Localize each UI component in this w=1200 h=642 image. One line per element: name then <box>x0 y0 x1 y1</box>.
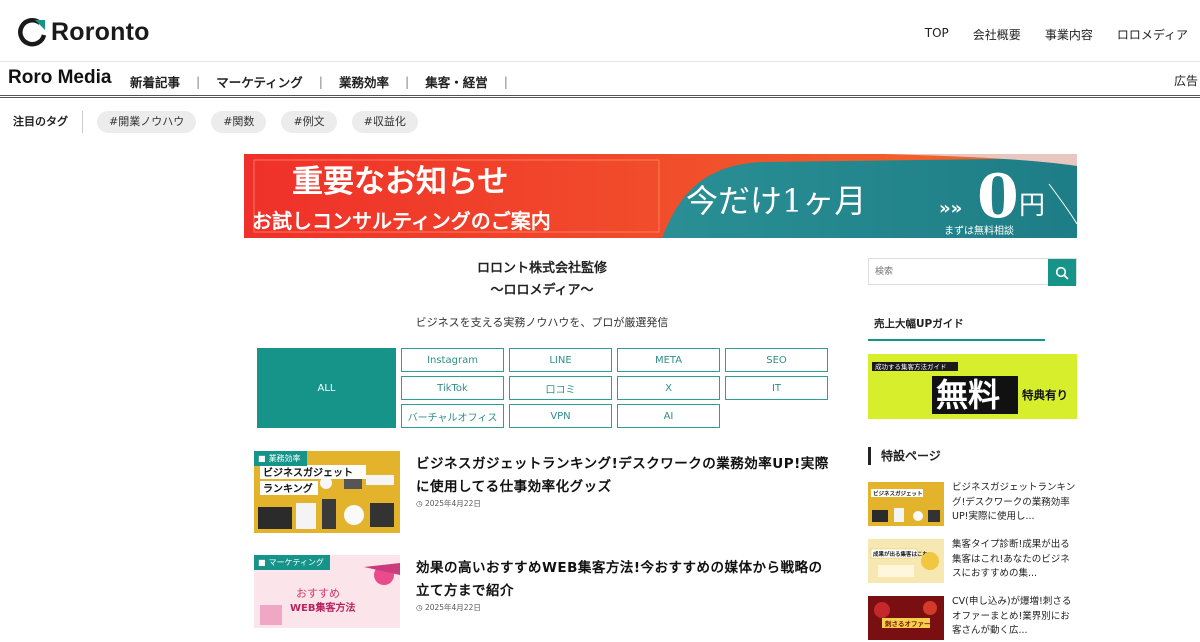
nav-roro-media[interactable]: ロロメディア <box>1117 26 1188 43</box>
site-header: Roronto TOP 会社概要 事業内容 ロロメディア <box>0 0 1200 62</box>
site-description: ビジネスを支える実務ノウハウを、プロが厳選発信 <box>415 316 669 329</box>
article-title[interactable]: ビジネスガジェットランキング!デスクワークの業務効率UP!実際に使用してる仕事効… <box>416 453 831 499</box>
filter-ai[interactable]: AI <box>617 404 720 428</box>
logo-mark-icon <box>18 17 48 47</box>
search-button[interactable] <box>1048 259 1076 286</box>
filter-all-button[interactable]: ALL <box>257 348 396 428</box>
banner-offer-prefix: 今だけ1ヶ月 <box>686 182 866 220</box>
category-separator: | <box>404 74 410 89</box>
category-separator: | <box>503 74 508 89</box>
category-efficiency[interactable]: 業務効率 <box>339 72 389 91</box>
feature-item[interactable]: ビジネスガジェット ビジネスガジェットランキング!デスクワークの業務効率UP!実… <box>868 482 1077 528</box>
article-thumbnail[interactable]: おすすめ WEB集客方法 ■ マーケティング <box>254 555 400 628</box>
thumbnail-caption: おすすめ <box>296 587 340 600</box>
filter-vpn[interactable]: VPN <box>509 404 612 428</box>
featured-tags: 注目のタグ #開業ノウハウ #関数 #例文 #収益化 <box>0 108 1200 136</box>
tag-item[interactable]: #例文 <box>281 111 337 133</box>
thumbnail-caption: ビジネスガジェット <box>263 466 353 479</box>
feature-thumbnail[interactable]: 刺さるオファー <box>868 596 944 640</box>
article-thumbnail[interactable]: ビジネスガジェット ランキング ■ 業務効率 <box>254 451 400 533</box>
article-date: ◷ 2025年4月22日 <box>416 498 481 509</box>
filter-reviews[interactable]: 口コミ <box>509 376 612 400</box>
filter-x[interactable]: X <box>617 376 720 400</box>
article-title[interactable]: 効果の高いおすすめWEB集客方法!今おすすめの媒体から戦略の立て方まで紹介 <box>416 557 831 603</box>
top-nav: TOP 会社概要 事業内容 ロロメディア <box>925 26 1188 43</box>
feature-thumb-caption: ビジネスガジェット <box>873 490 923 498</box>
tag-list: #開業ノウハウ #関数 #例文 #収益化 <box>97 111 418 133</box>
feature-title[interactable]: CV(申し込み)が爆増!刺さるオファーまとめ!業界別にお客さんが動く広... <box>952 595 1077 639</box>
article-category-badge[interactable]: ■ マーケティング <box>254 555 330 570</box>
banner-headline: 重要なお知らせ <box>292 164 508 200</box>
feature-thumb-caption: 刺さるオファー <box>884 619 931 628</box>
banner-offer-unit: 円 <box>1019 191 1045 221</box>
feature-item[interactable]: 刺さるオファー CV(申し込み)が爆増!刺さるオファーまとめ!業界別にお客さんが… <box>868 596 1077 642</box>
banner-offer-value: 0 <box>977 162 1019 232</box>
nav-company[interactable]: 会社概要 <box>973 26 1021 43</box>
category-separator: | <box>196 74 201 89</box>
category-separator: | <box>318 74 323 89</box>
category-marketing[interactable]: マーケティング <box>216 72 303 91</box>
search-input[interactable] <box>869 259 1049 285</box>
guide-banner-main: 無料 <box>936 376 1000 414</box>
tag-item[interactable]: #開業ノウハウ <box>97 111 197 133</box>
feature-thumbnail[interactable]: 成果が出る集客はこれ! <box>868 539 944 583</box>
category-new-articles[interactable]: 新着記事 <box>130 72 180 91</box>
filter-line[interactable]: LINE <box>509 348 612 372</box>
feature-title[interactable]: ビジネスガジェットランキング!デスクワークの業務効率UP!実際に使用し... <box>952 481 1077 525</box>
promo-banner[interactable]: 重要なお知らせ お試しコンサルティングのご案内 今だけ1ヶ月 »» 0 円 まず… <box>244 154 1077 238</box>
banner-note: まずは無料相談 <box>944 224 1014 237</box>
folder-icon: ■ <box>258 454 266 463</box>
category-filter-grid: ALL Instagram LINE META SEO TikTok 口コミ X… <box>257 348 829 430</box>
filter-instagram[interactable]: Instagram <box>401 348 504 372</box>
search-icon <box>1055 266 1069 280</box>
article-date-text: 2025年4月22日 <box>424 603 481 612</box>
search-box <box>868 258 1077 286</box>
article-card[interactable]: ビジネスガジェット ランキング ■ 業務効率 ビジネスガジェットランキング!デス… <box>254 451 834 537</box>
thumbnail-caption: ランキング <box>263 482 313 495</box>
guide-banner[interactable]: 成功する集客方法ガイド 無料 特典有り <box>868 354 1077 419</box>
ad-label: 広告 <box>1173 74 1198 88</box>
feature-thumbnail[interactable]: ビジネスガジェット <box>868 482 944 526</box>
feature-item[interactable]: 成果が出る集客はこれ! 集客タイプ診断!成果が出る集客はこれ!あなたのビジネスに… <box>868 539 1077 585</box>
feature-thumb-caption: 成果が出る集客はこれ! <box>873 550 931 558</box>
feature-heading: 特設ページ <box>868 447 941 465</box>
media-name: 〜ロロメディア〜 <box>490 283 594 298</box>
article-category: 業務効率 <box>268 454 301 463</box>
intro-section: ロロント株式会社監修 〜ロロメディア〜 ビジネスを支える実務ノウハウを、プロが厳… <box>256 258 828 330</box>
tag-item[interactable]: #関数 <box>211 111 267 133</box>
thumbnail-caption: WEB集客方法 <box>290 601 355 614</box>
filter-meta[interactable]: META <box>617 348 720 372</box>
nav-business[interactable]: 事業内容 <box>1045 26 1093 43</box>
clock-icon: ◷ <box>416 499 423 508</box>
guide-banner-tag: 成功する集客方法ガイド <box>875 362 947 371</box>
guide-banner-sub: 特典有り <box>1022 388 1068 402</box>
site-logo[interactable]: Roronto <box>18 17 150 47</box>
category-nav: 新着記事 | マーケティング | 業務効率 | 集客・経営 | <box>130 72 524 91</box>
category-bar: Roro Media 新着記事 | マーケティング | 業務効率 | 集客・経営… <box>0 62 1200 98</box>
arrows-icon: »» <box>939 198 962 219</box>
article-date: ◷ 2025年4月22日 <box>416 602 481 613</box>
article-date-text: 2025年4月22日 <box>424 499 481 508</box>
divider <box>82 111 83 133</box>
folder-icon: ■ <box>258 558 266 567</box>
filter-it[interactable]: IT <box>725 376 828 400</box>
clock-icon: ◷ <box>416 603 423 612</box>
logo-text: Roronto <box>51 17 150 46</box>
article-category-badge[interactable]: ■ 業務効率 <box>254 451 307 466</box>
filter-seo[interactable]: SEO <box>725 348 828 372</box>
banner-subline: お試しコンサルティングのご案内 <box>252 209 551 233</box>
feature-title[interactable]: 集客タイプ診断!成果が出る集客はこれ!あなたのビジネスにおすすめの集... <box>952 538 1077 582</box>
supervisor-line: ロロント株式会社監修 <box>476 261 607 276</box>
category-management[interactable]: 集客・経営 <box>425 72 488 91</box>
article-card[interactable]: おすすめ WEB集客方法 ■ マーケティング 効果の高いおすすめWEB集客方法!… <box>254 555 834 628</box>
media-brand[interactable]: Roro Media <box>8 67 111 89</box>
filter-virtual-office[interactable]: バーチャルオフィス <box>401 404 504 428</box>
nav-top[interactable]: TOP <box>925 26 949 43</box>
guide-heading: 売上大幅UPガイド <box>868 316 1045 341</box>
article-category: マーケティング <box>268 558 324 567</box>
filter-tiktok[interactable]: TikTok <box>401 376 504 400</box>
featured-tags-title: 注目のタグ <box>13 115 68 128</box>
tag-item[interactable]: #収益化 <box>351 111 418 133</box>
